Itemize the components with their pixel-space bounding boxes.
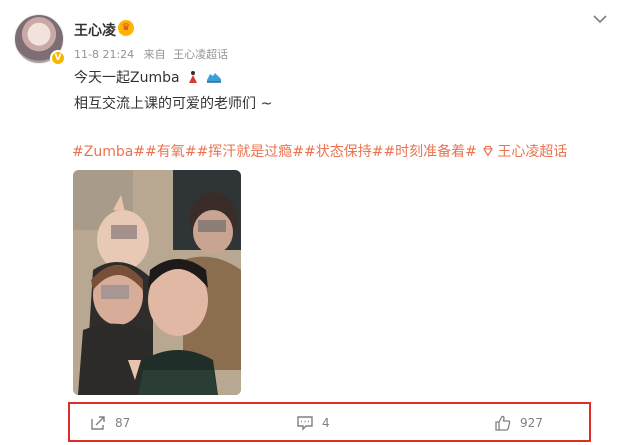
dancer-emoji-icon — [189, 71, 198, 83]
post-text-line-1: 今天一起Zumba — [74, 67, 222, 87]
like-count: 927 — [520, 416, 543, 430]
share-icon — [91, 416, 105, 430]
supertopic-diamond-icon — [483, 145, 494, 157]
forward-count: 87 — [115, 416, 131, 430]
post-timestamp[interactable]: 11-8 21:24 — [74, 48, 134, 61]
post-photo[interactable] — [73, 170, 241, 395]
vip-crown-icon: ♛ — [118, 20, 134, 36]
group-selfie-image — [73, 170, 241, 395]
source-prefix: 来自 — [143, 48, 166, 61]
hashtag-link[interactable]: #挥汗就是过瘾# — [197, 144, 304, 160]
author-name[interactable]: 王心凌 — [74, 20, 116, 40]
hashtag-link[interactable]: #状态保持# — [304, 144, 383, 160]
thumbs-up-icon — [495, 415, 511, 431]
hashtag-row: #Zumba##有氧##挥汗就是过瘾##状态保持##时刻准备着# 王心凌超话 — [72, 141, 567, 161]
sneaker-emoji-icon — [207, 73, 222, 83]
post-text: 今天一起Zumba — [74, 70, 180, 86]
comment-icon — [297, 416, 313, 431]
comment-button[interactable]: 4 — [296, 412, 330, 434]
post-text-line-2: 相互交流上课的可爱的老师们 ~ — [74, 96, 273, 112]
like-button[interactable]: 927 — [494, 412, 543, 434]
author-avatar-container[interactable]: V — [14, 14, 66, 66]
chevron-down-icon[interactable] — [591, 10, 609, 28]
hashtag-link[interactable]: #Zumba# — [72, 144, 145, 160]
hashtag-link[interactable]: #时刻准备着# — [383, 144, 476, 160]
verified-badge-icon: V — [50, 50, 66, 66]
comment-count: 4 — [322, 416, 330, 430]
forward-button[interactable]: 87 — [89, 412, 130, 434]
source-link[interactable]: 王心凌超话 — [173, 48, 228, 61]
hashtag-link[interactable]: #有氧# — [145, 144, 196, 160]
supertopic-link[interactable]: 王心凌超话 — [497, 144, 567, 160]
post-meta: 11-8 21:24 来自 王心凌超话 — [74, 46, 228, 62]
